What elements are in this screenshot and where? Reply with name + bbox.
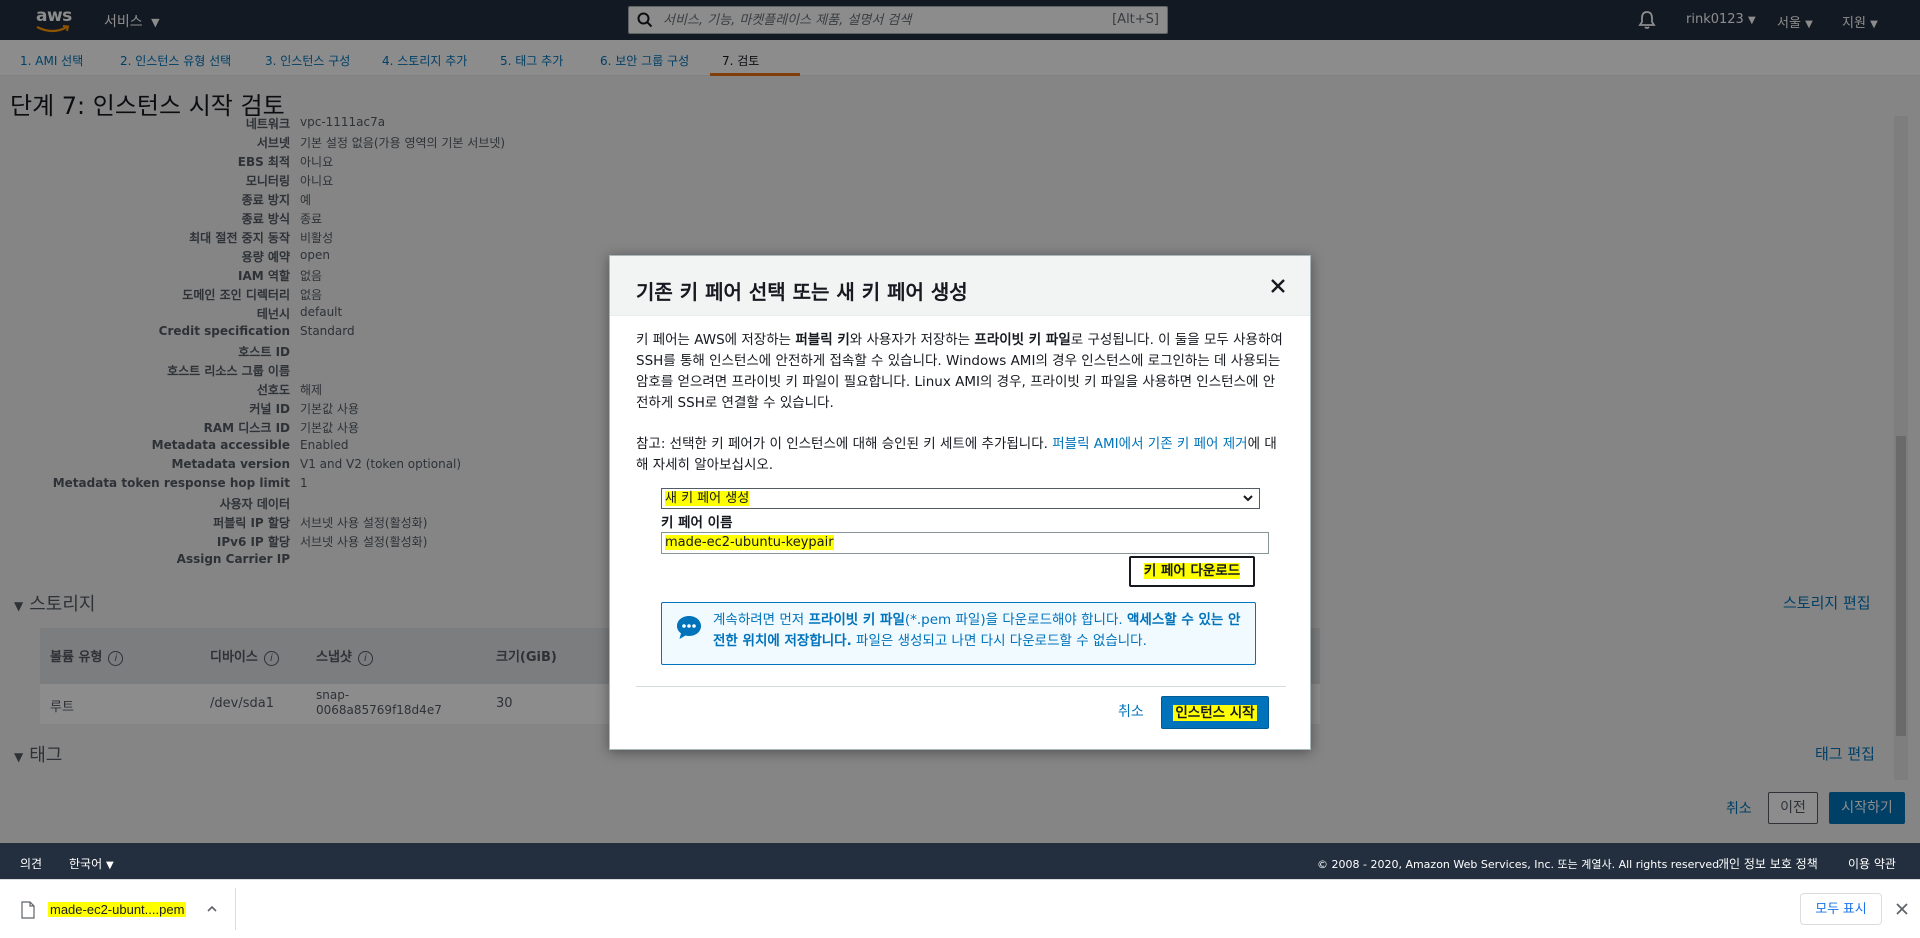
language-label: 한국어 [69,857,103,871]
dialog-header: 기존 키 페어 선택 또는 새 키 페어 생성 [610,256,1310,316]
info-text: 계속하려면 먼저 [713,612,809,628]
info-text: 파일은 생성되고 나면 다시 다운로드할 수 없습니다. [851,633,1147,649]
key-pair-name-input[interactable]: made-ec2-ubuntu-keypair [661,532,1269,554]
dialog-cancel-link[interactable]: 취소 [1118,701,1144,721]
download-button-label: 키 페어 다운로드 [1143,563,1241,579]
selected-option: 새 키 페어 생성 [665,491,750,506]
download-key-pair-button[interactable]: 키 페어 다운로드 [1129,556,1255,587]
dialog-title: 기존 키 페어 선택 또는 새 키 페어 생성 [636,280,968,304]
key-pair-dialog: 기존 키 페어 선택 또는 새 키 페어 생성 키 페어는 AWS에 저장하는 … [609,255,1311,750]
description-text: 와 사용자가 저장하는 [849,332,975,348]
dialog-description: 키 페어는 AWS에 저장하는 퍼블릭 키와 사용자가 저장하는 프라이빗 키 … [636,330,1284,414]
key-pair-name-label: 키 페어 이름 [661,515,733,531]
caret-down-icon: ▼ [105,860,114,871]
chevron-down-icon [1243,495,1253,502]
launch-instances-button[interactable]: 인스턴스 시작 [1161,696,1269,729]
close-icon[interactable] [1895,902,1909,916]
dialog-note: 참고: 선택한 키 페어가 이 인스턴스에 대해 승인된 키 세트에 추가됩니다… [636,434,1284,476]
privacy-link[interactable]: 개인 정보 보호 정책 [1718,855,1818,872]
description-bold: 퍼블릭 키 [795,332,850,348]
file-icon [21,901,35,919]
chat-bubble-icon [677,616,701,639]
feedback-link[interactable]: 의견 [20,855,42,872]
console-footer: 의견 한국어 ▼ © 2008 - 2020, Amazon Web Servi… [0,843,1920,879]
key-pair-option-select[interactable]: 새 키 페어 생성 [661,488,1260,509]
dialog-divider [636,686,1286,687]
download-item-divider [235,888,236,930]
note-text: 참고: 선택한 키 페어가 이 인스턴스에 대해 승인된 키 세트에 추가됩니다… [636,436,1053,452]
chevron-up-icon[interactable] [206,903,218,915]
terms-link[interactable]: 이용 약관 [1848,855,1896,872]
info-bold: 프라이빗 키 파일 [808,612,905,628]
copyright: © 2008 - 2020, Amazon Web Services, Inc.… [1317,858,1723,871]
info-alert: 계속하려면 먼저 프라이빗 키 파일(*.pem 파일)을 다운로드해야 합니다… [661,602,1256,665]
key-pair-name-value: made-ec2-ubuntu-keypair [665,535,834,550]
downloaded-file-name: made-ec2-ubunt....pem [48,902,187,917]
info-alert-text: 계속하려면 먼저 프라이빗 키 파일(*.pem 파일)을 다운로드해야 합니다… [713,610,1248,652]
description-bold: 프라이빗 키 파일 [974,332,1071,348]
close-icon[interactable] [1268,276,1288,296]
download-bar: made-ec2-ubunt....pem 모두 표시 [0,879,1920,938]
language-menu[interactable]: 한국어 ▼ [69,855,114,872]
remove-key-pair-link[interactable]: 퍼블릭 AMI에서 기존 키 페어 제거 [1052,436,1247,452]
description-text: 키 페어는 AWS에 저장하는 [636,332,796,348]
launch-instances-label: 인스턴스 시작 [1173,705,1257,721]
info-text: (*.pem 파일)을 다운로드해야 합니다. [904,612,1127,628]
show-all-downloads-button[interactable]: 모두 표시 [1800,893,1882,925]
